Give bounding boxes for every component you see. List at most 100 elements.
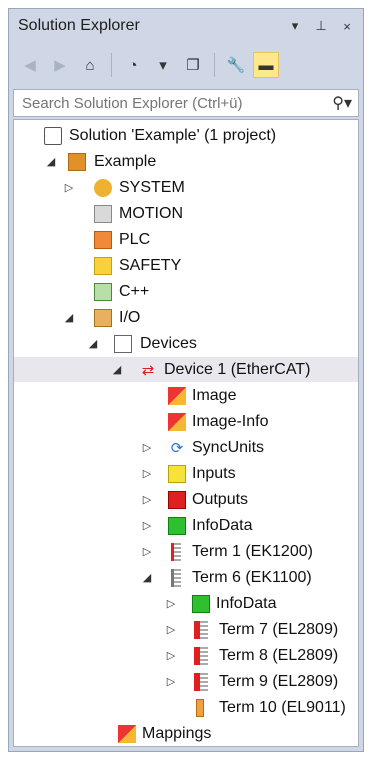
terminal-icon [171, 568, 181, 587]
devices-icon [114, 334, 132, 353]
pending-changes-icon[interactable]: ◔ [120, 52, 146, 78]
inputs-icon [168, 464, 186, 483]
system-icon [94, 178, 112, 197]
toolbar-separator [214, 53, 215, 77]
collapse-arrow-icon[interactable]: ◢ [140, 571, 154, 585]
tree-label: InfoData [192, 516, 253, 534]
tree-label: Term 1 (EK1200) [192, 542, 313, 560]
expand-arrow-icon[interactable]: ▷ [62, 181, 76, 195]
tree-label: Term 8 (EL2809) [219, 646, 339, 664]
tree-label: SYSTEM [119, 178, 185, 196]
properties-icon[interactable]: 🔧 [223, 52, 249, 78]
image-icon [168, 386, 186, 405]
search-icon[interactable]: ⚲▾ [332, 93, 352, 113]
tree-row-inputs[interactable]: ▷ Inputs [14, 461, 358, 486]
expand-arrow-icon[interactable]: ▷ [140, 441, 154, 455]
syncunits-icon: ⟳ [170, 439, 184, 457]
tree-row-outputs[interactable]: ▷ Outputs [14, 487, 358, 512]
terminal-red-icon [194, 620, 208, 639]
forward-icon[interactable]: ▶ [47, 52, 73, 78]
plc-icon [94, 230, 112, 249]
end-terminal-icon [196, 698, 204, 717]
mappings-icon [118, 724, 136, 743]
tree-row-term8[interactable]: ▷ Term 8 (EL2809) [14, 643, 358, 668]
tree-row-safety[interactable]: SAFETY [14, 253, 358, 278]
search-box[interactable]: ⚲▾ [13, 89, 359, 117]
tree-row-mappings[interactable]: Mappings [14, 721, 358, 746]
collapse-arrow-icon[interactable]: ◢ [44, 155, 58, 169]
tree-label: Image-Info [192, 412, 269, 430]
collapse-arrow-icon[interactable]: ◢ [110, 363, 124, 377]
terminal-icon [171, 542, 181, 561]
tree-label: Term 10 (EL9011) [219, 698, 346, 716]
tree-row-plc[interactable]: PLC [14, 227, 358, 252]
collapse-all-icon[interactable]: ❐ [180, 52, 206, 78]
tree-row-term7[interactable]: ▷ Term 7 (EL2809) [14, 617, 358, 642]
tree-row-solution[interactable]: Solution 'Example' (1 project) [14, 123, 358, 148]
tree-label: Inputs [192, 464, 236, 482]
tree-row-term6[interactable]: ◢ Term 6 (EK1100) [14, 565, 358, 590]
tree-row-system[interactable]: ▷ SYSTEM [14, 175, 358, 200]
toolbar-separator [111, 53, 112, 77]
expand-arrow-icon[interactable]: ▷ [164, 649, 178, 663]
tree-label: Outputs [192, 490, 249, 508]
expand-arrow-icon[interactable]: ▷ [140, 493, 154, 507]
infodata-icon [192, 594, 210, 613]
tree-label: C++ [119, 282, 150, 300]
expand-arrow-icon[interactable]: ▷ [140, 519, 154, 533]
collapse-arrow-icon[interactable]: ◢ [86, 337, 100, 351]
tree-label: Device 1 (EtherCAT) [164, 360, 311, 378]
tree-row-infodata[interactable]: ▷ InfoData [14, 513, 358, 538]
tree-label: Image [192, 386, 237, 404]
terminal-red-icon [194, 646, 208, 665]
cpp-icon [94, 282, 112, 301]
safety-icon [94, 256, 112, 275]
project-icon [68, 152, 86, 171]
tree-row-infodata-2[interactable]: ▷ InfoData [14, 591, 358, 616]
tree-row-image-info[interactable]: Image-Info [14, 409, 358, 434]
tree-row-term1[interactable]: ▷ Term 1 (EK1200) [14, 539, 358, 564]
close-button[interactable]: × [337, 16, 357, 36]
home-icon[interactable]: ⌂ [77, 52, 103, 78]
tree-label: SAFETY [119, 256, 182, 274]
back-icon[interactable]: ◀ [17, 52, 43, 78]
tree-label: Devices [140, 334, 197, 352]
infodata-icon [168, 516, 186, 535]
tree-label: SyncUnits [192, 438, 265, 456]
collapse-arrow-icon[interactable]: ◢ [62, 311, 76, 325]
pin-button[interactable]: ⊥ [311, 16, 331, 36]
expand-arrow-icon[interactable]: ▷ [140, 545, 154, 559]
tree-row-syncunits[interactable]: ▷ ⟳ SyncUnits [14, 435, 358, 460]
preview-toggle-icon[interactable]: ▬ [253, 52, 279, 78]
dropdown-icon[interactable]: ▾ [150, 52, 176, 78]
tree-label: InfoData [216, 594, 277, 612]
tree-row-io[interactable]: ◢ I/O [14, 305, 358, 330]
expand-arrow-icon[interactable]: ▷ [164, 675, 178, 689]
tree-row-image[interactable]: Image [14, 383, 358, 408]
solution-tree: Solution 'Example' (1 project) ◢ Example… [13, 119, 359, 747]
motion-icon [94, 204, 112, 223]
tree-row-devices[interactable]: ◢ Devices [14, 331, 358, 356]
panel-titlebar: Solution Explorer ▾ ⊥ × [9, 9, 363, 43]
window-position-button[interactable]: ▾ [285, 16, 305, 36]
outputs-icon [168, 490, 186, 509]
tree-label: MOTION [119, 204, 183, 222]
search-input[interactable] [20, 93, 314, 113]
ethercat-icon: ⇄ [141, 361, 155, 379]
tree-row-example[interactable]: ◢ Example [14, 149, 358, 174]
expand-arrow-icon[interactable]: ▷ [164, 623, 178, 637]
tree-row-device1[interactable]: ◢ ⇄ Device 1 (EtherCAT) [14, 357, 358, 382]
tree-row-term9[interactable]: ▷ Term 9 (EL2809) [14, 669, 358, 694]
explorer-toolbar: ◀ ▶ ⌂ ◔ ▾ ❐ 🔧 ▬ [9, 43, 363, 87]
solution-icon [44, 126, 62, 145]
tree-row-cpp[interactable]: C++ [14, 279, 358, 304]
tree-label: Term 7 (EL2809) [219, 620, 339, 638]
expand-arrow-icon[interactable]: ▷ [164, 597, 178, 611]
tree-row-motion[interactable]: MOTION [14, 201, 358, 226]
tree-label: Example [94, 152, 157, 170]
io-icon [94, 308, 112, 327]
tree-label: Term 6 (EK1100) [192, 568, 312, 586]
tree-row-term10[interactable]: Term 10 (EL9011) [14, 695, 358, 720]
expand-arrow-icon[interactable]: ▷ [140, 467, 154, 481]
tree-label: Solution 'Example' (1 project) [69, 126, 277, 144]
